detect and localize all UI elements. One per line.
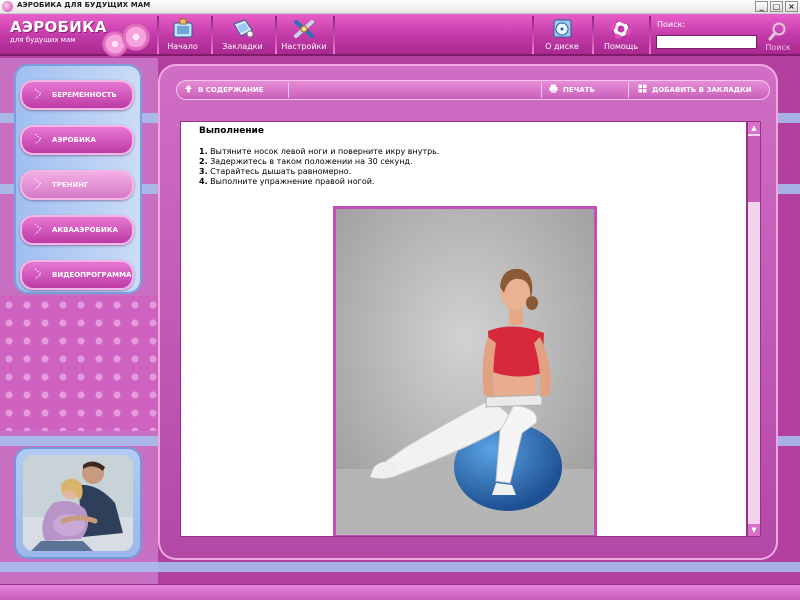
- content-toolbar: В СОДЕРЖАНИЕ ПЕЧАТЬ ДОБАВИТЬ В ЗАКЛАДКИ: [176, 80, 770, 100]
- step-text: Задержитесь в таком положении на 30 секу…: [207, 157, 413, 166]
- home-button[interactable]: Начало: [160, 14, 205, 56]
- about-disc-label: О диске: [545, 42, 579, 51]
- logo-subtitle: для будущих мам: [10, 36, 76, 44]
- sidebar-item-aerobics[interactable]: АЭРОБИКА: [20, 125, 134, 155]
- maximize-button[interactable]: □: [770, 1, 783, 12]
- article-heading: Выполнение: [199, 126, 264, 136]
- couple-photo: [23, 455, 133, 551]
- app-header: АЭРОБИКА для будущих мам Начало Закладки…: [0, 14, 800, 56]
- sidebar-item-label: ТРЕНИНГ: [52, 181, 89, 189]
- sidebar-item-videoprogram[interactable]: ВИДЕОПРОГРАММА: [20, 260, 134, 290]
- sidebar-pattern: [0, 296, 158, 431]
- sidebar-item-pregnancy[interactable]: БЕРЕМЕННОСТЬ: [20, 80, 134, 110]
- step-text: Вытяните носок левой ноги и поверните ик…: [207, 147, 440, 156]
- sidebar-item-label: АЭРОБИКА: [52, 136, 96, 144]
- step-text: Выполните упражнение правой ногой.: [207, 177, 375, 186]
- add-bookmark-label: ДОБАВИТЬ В ЗАКЛАДКИ: [652, 86, 752, 94]
- lifebuoy-icon: [609, 18, 633, 40]
- arrow-up-icon: [185, 85, 192, 93]
- steps-list: 1. Вытяните носок левой ноги и поверните…: [199, 147, 439, 187]
- contents-label: В СОДЕРЖАНИЕ: [198, 86, 264, 94]
- window-titlebar: АЭРОБИКА ДЛЯ БУДУЩИХ МАМ _ □ ×: [0, 0, 800, 14]
- close-button[interactable]: ×: [785, 1, 798, 12]
- sidebar-item-label: АКВААЭРОБИКА: [52, 226, 118, 234]
- scroll-up-button[interactable]: ▲: [748, 122, 760, 134]
- step-item: 2. Задержитесь в таком положении на 30 с…: [199, 157, 439, 167]
- step-number: 4.: [199, 177, 208, 186]
- arrow-right-icon: [34, 223, 42, 235]
- help-button[interactable]: Помощь: [596, 14, 646, 56]
- search-input[interactable]: [656, 35, 757, 49]
- sidebar-item-label: БЕРЕМЕННОСТЬ: [52, 91, 117, 99]
- search-button-label: Поиск: [765, 43, 791, 52]
- status-bar: [0, 584, 800, 600]
- sidebar-item-training[interactable]: ТРЕНИНГ: [20, 170, 134, 200]
- bookmarks-icon: [231, 18, 255, 40]
- exercise-photo: [333, 206, 597, 536]
- search-button[interactable]: Поиск: [763, 21, 793, 52]
- search-label: Поиск:: [657, 20, 686, 29]
- magnifier-icon: [768, 22, 786, 41]
- print-label: ПЕЧАТЬ: [563, 86, 595, 94]
- step-number: 2.: [199, 157, 208, 166]
- step-item: 4. Выполните упражнение правой ногой.: [199, 177, 439, 187]
- add-bookmark-button[interactable]: ДОБАВИТЬ В ЗАКЛАДКИ: [638, 80, 752, 100]
- printer-icon: [549, 84, 558, 93]
- settings-label: Настройки: [281, 42, 327, 51]
- scroll-down-button[interactable]: ▼: [748, 524, 760, 536]
- about-disc-button[interactable]: О диске: [536, 14, 588, 56]
- content-scrollbar[interactable]: ▲ ▼: [747, 121, 761, 537]
- disc-icon: [550, 18, 574, 40]
- step-number: 3.: [199, 167, 208, 176]
- app-icon: [2, 1, 13, 12]
- bookmarks-button[interactable]: Закладки: [215, 14, 270, 56]
- step-text: Старайтесь дышать равномерно.: [207, 167, 352, 176]
- print-button[interactable]: ПЕЧАТЬ: [549, 80, 595, 100]
- home-label: Начало: [167, 42, 198, 51]
- window-title: АЭРОБИКА ДЛЯ БУДУЩИХ МАМ: [17, 1, 151, 9]
- logo-title: АЭРОБИКА: [10, 18, 107, 36]
- sidebar-item-aquaaerobics[interactable]: АКВААЭРОБИКА: [20, 215, 134, 245]
- settings-icon: [292, 18, 316, 40]
- sidebar-item-label: ВИДЕОПРОГРАММА: [52, 271, 132, 279]
- decor-stripe: [0, 562, 800, 572]
- scroll-thumb[interactable]: [748, 136, 760, 202]
- minimize-button[interactable]: _: [755, 1, 768, 12]
- arrow-right-icon: [34, 133, 42, 145]
- step-item: 1. Вытяните носок левой ноги и поверните…: [199, 147, 439, 157]
- contents-button[interactable]: В СОДЕРЖАНИЕ: [184, 80, 264, 100]
- app-logo: АЭРОБИКА для будущих мам: [10, 19, 107, 45]
- step-item: 3. Старайтесь дышать равномерно.: [199, 167, 439, 177]
- home-icon: [171, 18, 195, 40]
- step-number: 1.: [199, 147, 208, 156]
- bookmarks-label: Закладки: [222, 42, 263, 51]
- sidebar-photo-frame: [14, 447, 142, 559]
- article-view: Выполнение 1. Вытяните носок левой ноги …: [180, 121, 747, 537]
- arrow-right-icon: [34, 88, 42, 100]
- arrow-right-icon: [34, 268, 42, 280]
- bookmark-add-icon: [638, 84, 647, 93]
- settings-button[interactable]: Настройки: [278, 14, 330, 56]
- arrow-right-icon: [34, 178, 42, 190]
- help-label: Помощь: [603, 42, 639, 51]
